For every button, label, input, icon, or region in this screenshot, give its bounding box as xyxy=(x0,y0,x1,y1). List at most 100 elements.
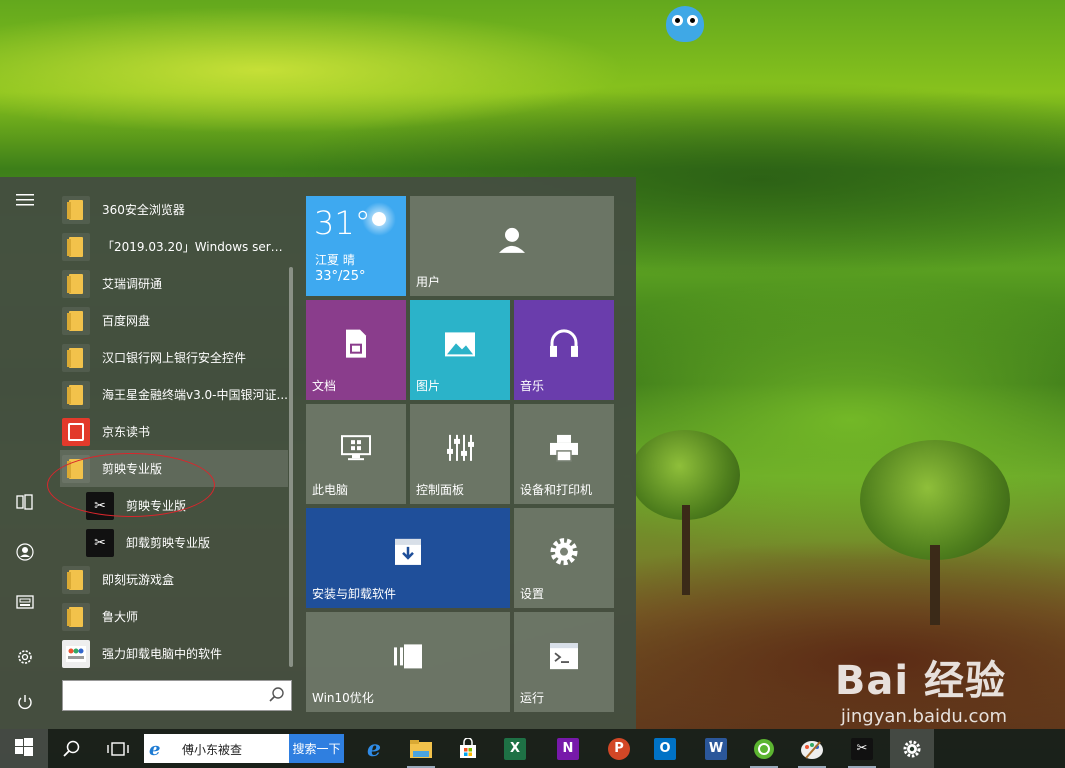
app-label: 即刻玩游戏盒 xyxy=(102,573,175,587)
tree-right-trunk xyxy=(930,545,940,625)
app-label: 卸载剪映专业版 xyxy=(126,536,211,550)
start-left-rail xyxy=(0,177,50,729)
start-menu: 360安全浏览器 「2019.03.20」Windows serve... 艾瑞… xyxy=(0,177,636,729)
outlook-icon[interactable]: O xyxy=(643,729,687,768)
tile-music[interactable]: 音乐 xyxy=(514,300,614,400)
tile-install-uninstall[interactable]: 安装与卸载软件 xyxy=(306,508,510,608)
file-explorer-icon[interactable] xyxy=(399,729,443,768)
powerpoint-icon[interactable]: P xyxy=(597,729,641,768)
tile-pictures[interactable]: 图片 xyxy=(410,300,510,400)
user-icon xyxy=(497,225,527,259)
app-label: 百度网盘 xyxy=(102,314,151,328)
browser-360-icon[interactable] xyxy=(742,729,786,768)
app-label: 360安全浏览器 xyxy=(102,203,185,217)
tile-user[interactable]: 用户 xyxy=(410,196,614,296)
tile-label: 运行 xyxy=(520,691,545,705)
printer-icon xyxy=(548,433,580,467)
annotation-ellipse xyxy=(47,453,215,517)
store-icon[interactable] xyxy=(446,729,490,768)
app-label: 汉口银行网上银行安全控件 xyxy=(102,351,247,365)
app-label: 海王星金融终端v3.0-中国银河证... xyxy=(102,388,288,402)
app-list-item[interactable]: 「2019.03.20」Windows serve... xyxy=(60,228,288,265)
app-list-subitem[interactable]: ✂ 卸载剪映专业版 xyxy=(60,524,288,561)
app-list-item[interactable]: 汉口银行网上银行安全控件 xyxy=(60,339,288,376)
watermark-url: jingyan.baidu.com xyxy=(840,706,1007,727)
gear-icon xyxy=(548,536,580,572)
tile-label: 设备和打印机 xyxy=(520,483,593,497)
app-label: 「2019.03.20」Windows serve... xyxy=(102,240,288,254)
run-icon xyxy=(549,642,579,674)
user-icon[interactable] xyxy=(10,537,40,567)
taskbar-search-icon[interactable] xyxy=(50,729,94,768)
tile-win10-optimize[interactable]: Win10优化 xyxy=(306,612,510,712)
app-label: 强力卸载电脑中的软件 xyxy=(102,647,223,661)
tree-right xyxy=(860,440,1010,560)
paint-icon[interactable] xyxy=(790,729,834,768)
pictures-icon[interactable] xyxy=(10,587,40,617)
watermark-logo: Bai 经验 xyxy=(834,658,1007,704)
start-button[interactable] xyxy=(0,729,48,768)
tile-settings[interactable]: 设置 xyxy=(514,508,614,608)
edge-icon[interactable]: e xyxy=(352,729,396,768)
settings-icon[interactable] xyxy=(10,642,40,672)
power-icon[interactable] xyxy=(10,687,40,717)
search-icon[interactable] xyxy=(269,687,285,707)
folder-icon xyxy=(62,232,90,261)
tile-label: 控制面板 xyxy=(416,483,465,497)
headphones-icon xyxy=(548,329,580,363)
weather-location: 江夏 晴 xyxy=(315,253,355,267)
folder-icon xyxy=(62,306,90,335)
document-icon[interactable] xyxy=(10,487,40,517)
onenote-icon[interactable]: N xyxy=(546,729,590,768)
desktop-owl-widget-icon[interactable] xyxy=(666,6,704,42)
baidu-watermark: Bai 经验 jingyan.baidu.com xyxy=(835,648,1007,727)
tile-label: 此电脑 xyxy=(312,483,349,497)
settings-icon[interactable] xyxy=(890,729,934,768)
capcut-icon: ✂ xyxy=(86,528,114,557)
app-list-item[interactable]: 艾瑞调研通 xyxy=(60,265,288,302)
tile-label: 安装与卸载软件 xyxy=(312,587,397,601)
web-search-button[interactable]: 搜索一下 xyxy=(289,734,344,763)
app-list-item[interactable]: 百度网盘 xyxy=(60,302,288,339)
app-label: 鲁大师 xyxy=(102,610,139,624)
app-list-item[interactable]: 强力卸载电脑中的软件 xyxy=(60,635,288,672)
tile-documents[interactable]: 文档 xyxy=(306,300,406,400)
tile-label: 文档 xyxy=(312,379,337,393)
app-list-item[interactable]: 海王星金融终端v3.0-中国银河证... xyxy=(60,376,288,413)
taskbar-web-search[interactable]: e 傅小东被查 搜索一下 xyxy=(144,734,344,763)
tile-weather[interactable]: 31° 江夏 晴 33°/25° xyxy=(306,196,406,296)
download-box-icon xyxy=(393,537,423,571)
tile-control-panel[interactable]: 控制面板 xyxy=(410,404,510,504)
app-list-scrollbar[interactable] xyxy=(289,267,293,667)
tile-label: Win10优化 xyxy=(312,691,374,705)
tile-devices-printers[interactable]: 设备和打印机 xyxy=(514,404,614,504)
weather-temp: 31° xyxy=(314,204,371,242)
folder-icon xyxy=(62,602,90,631)
menu-icon[interactable] xyxy=(10,185,40,215)
tile-this-pc[interactable]: 此电脑 xyxy=(306,404,406,504)
pictures-icon xyxy=(444,331,476,361)
task-view-icon[interactable] xyxy=(96,729,140,768)
app-list-item[interactable]: 即刻玩游戏盒 xyxy=(60,561,288,598)
optimize-icon xyxy=(392,643,424,673)
app-label: 京东读书 xyxy=(102,425,151,439)
ie-icon: e xyxy=(149,739,161,760)
web-search-query[interactable]: 傅小东被查 xyxy=(182,741,242,758)
start-search-input[interactable] xyxy=(67,684,267,708)
folder-icon xyxy=(62,343,90,372)
word-icon[interactable]: W xyxy=(694,729,738,768)
tile-label: 用户 xyxy=(416,275,441,289)
app-list-item[interactable]: 鲁大师 xyxy=(60,598,288,635)
capcut-icon[interactable]: ✂ xyxy=(840,729,884,768)
app-list-item[interactable]: 京东读书 xyxy=(60,413,288,450)
excel-icon[interactable]: X xyxy=(493,729,537,768)
sliders-icon xyxy=(444,433,476,467)
tile-run[interactable]: 运行 xyxy=(514,612,614,712)
app-list: 360安全浏览器 「2019.03.20」Windows serve... 艾瑞… xyxy=(60,191,288,672)
computer-icon xyxy=(340,434,372,466)
owl-eye-left xyxy=(672,15,683,26)
tile-label: 音乐 xyxy=(520,379,545,393)
tree-left-trunk xyxy=(682,505,690,595)
app-list-item[interactable]: 360安全浏览器 xyxy=(60,191,288,228)
start-search-box[interactable] xyxy=(62,680,292,711)
